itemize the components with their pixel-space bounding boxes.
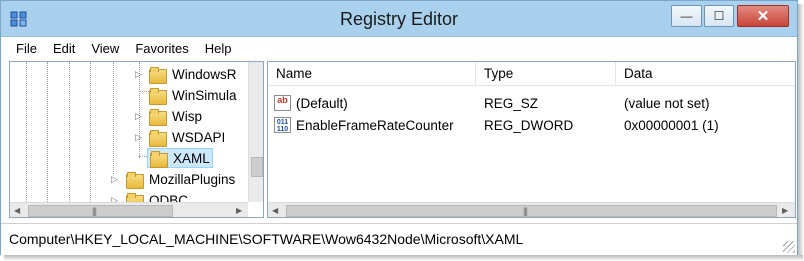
scroll-left-arrow-icon[interactable]: ◀ bbox=[272, 206, 278, 215]
tree-horizontal-scroll-thumb[interactable]: ||| bbox=[28, 205, 173, 217]
resize-grip-icon[interactable] bbox=[783, 241, 795, 253]
folder-icon bbox=[149, 108, 167, 126]
string-value-icon: ab bbox=[274, 95, 291, 111]
value-type: REG_DWORD bbox=[484, 118, 574, 133]
list-horizontal-scroll-thumb[interactable]: ||| bbox=[286, 205, 777, 217]
expand-arrow-icon[interactable]: ▷ bbox=[111, 174, 118, 185]
expand-arrow-icon[interactable]: ▷ bbox=[135, 69, 142, 80]
tree-item-winsimula[interactable]: WinSimula bbox=[149, 85, 237, 105]
tree-item-label: WinSimula bbox=[172, 87, 237, 103]
expand-arrow-icon[interactable]: ▷ bbox=[135, 111, 142, 122]
tree-item-label: WSDAPI bbox=[172, 129, 226, 145]
window-shadow bbox=[798, 4, 803, 257]
value-name: EnableFrameRateCounter bbox=[296, 118, 454, 133]
value-row-default[interactable]: ab (Default) REG_SZ (value not set) bbox=[268, 93, 795, 114]
folder-icon bbox=[149, 66, 167, 84]
value-row-enableframeratecounter[interactable]: 011 110 EnableFrameRateCounter REG_DWORD… bbox=[268, 115, 795, 136]
key-tree-pane[interactable]: ▷ WindowsR WinSimula ▷ Wisp ▷ WSDAPI XAM… bbox=[9, 61, 264, 218]
list-header: Name Type Data bbox=[268, 62, 795, 86]
tree-guide-line bbox=[47, 62, 48, 202]
maximize-icon: ☐ bbox=[713, 9, 725, 23]
menu-favorites[interactable]: Favorites bbox=[127, 41, 196, 56]
status-path: Computer\HKEY_LOCAL_MACHINE\SOFTWARE\Wow… bbox=[9, 231, 524, 247]
tree-guide-line bbox=[139, 91, 149, 92]
scroll-right-arrow-icon[interactable]: ▶ bbox=[782, 206, 788, 215]
tree-guide-line bbox=[113, 62, 114, 174]
minimize-button[interactable]: — bbox=[671, 5, 702, 27]
grip-icon: ||| bbox=[523, 206, 528, 216]
tree-horizontal-scrollbar[interactable]: ◀ ||| ▶ bbox=[10, 202, 248, 217]
tree-guide-line bbox=[69, 62, 70, 202]
status-bar: Computer\HKEY_LOCAL_MACHINE\SOFTWARE\Wow… bbox=[1, 223, 797, 255]
scroll-left-arrow-icon[interactable]: ◀ bbox=[14, 206, 20, 215]
tree-item-label: XAML bbox=[173, 150, 210, 166]
folder-icon bbox=[126, 171, 144, 189]
menu-view[interactable]: View bbox=[83, 41, 127, 56]
title-bar[interactable]: Registry Editor — ☐ ✕ bbox=[1, 1, 797, 37]
folder-icon bbox=[150, 150, 168, 168]
menu-edit[interactable]: Edit bbox=[45, 41, 83, 56]
tree-vertical-scrollbar[interactable] bbox=[248, 62, 263, 202]
tree-item-xaml[interactable]: XAML bbox=[147, 148, 213, 168]
minimize-icon: — bbox=[680, 9, 693, 23]
list-horizontal-scrollbar[interactable]: ◀ ||| ▶ bbox=[268, 202, 795, 217]
scroll-right-arrow-icon[interactable]: ▶ bbox=[236, 206, 242, 215]
tree-item-wsdapi[interactable]: WSDAPI bbox=[149, 127, 225, 147]
column-header-type[interactable]: Type bbox=[476, 62, 616, 86]
column-header-name[interactable]: Name bbox=[268, 62, 476, 86]
value-data: (value not set) bbox=[624, 96, 710, 111]
close-button[interactable]: ✕ bbox=[737, 5, 789, 27]
tree-guide-line bbox=[90, 62, 91, 202]
maximize-button[interactable]: ☐ bbox=[704, 5, 734, 27]
tree-item-windowsr[interactable]: WindowsR bbox=[149, 64, 237, 84]
tree-vertical-scroll-thumb[interactable] bbox=[251, 157, 263, 177]
tree-guide-line bbox=[26, 62, 27, 202]
values-list-pane[interactable]: Name Type Data ab (Default) REG_SZ (valu… bbox=[267, 61, 796, 218]
expand-arrow-icon[interactable]: ▷ bbox=[135, 132, 142, 143]
menu-bar: File Edit View Favorites Help bbox=[1, 38, 797, 59]
tree-item-label: WindowsR bbox=[172, 66, 237, 82]
tree-item-mozillaplugins[interactable]: MozillaPlugins bbox=[126, 169, 235, 189]
grip-icon: ||| bbox=[92, 206, 97, 216]
value-type: REG_SZ bbox=[484, 96, 539, 111]
close-icon: ✕ bbox=[756, 8, 770, 25]
value-name: (Default) bbox=[296, 96, 348, 111]
tree-item-label: Wisp bbox=[172, 108, 202, 124]
tree-item-wisp[interactable]: Wisp bbox=[149, 106, 202, 126]
tree-item-label: MozillaPlugins bbox=[149, 171, 236, 187]
dword-value-icon: 011 110 bbox=[274, 117, 291, 133]
folder-icon bbox=[149, 129, 167, 147]
value-data: 0x00000001 (1) bbox=[624, 118, 719, 133]
menu-help[interactable]: Help bbox=[197, 41, 240, 56]
registry-editor-window: Registry Editor — ☐ ✕ File Edit View Fav… bbox=[0, 0, 798, 255]
menu-file[interactable]: File bbox=[8, 41, 45, 56]
window-shadow bbox=[4, 255, 803, 260]
folder-icon bbox=[149, 87, 167, 105]
column-header-data[interactable]: Data bbox=[616, 62, 795, 86]
